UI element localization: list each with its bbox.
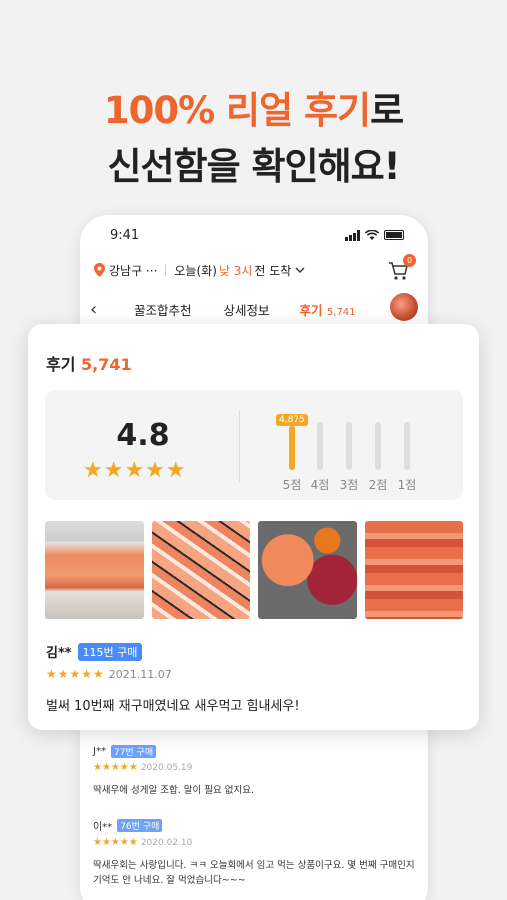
delivery-day: 오늘(화) (174, 263, 217, 278)
bar-label: 5점 (282, 478, 302, 492)
tab-reviews[interactable]: 후기 5,741 (300, 300, 356, 319)
bar-label: 2점 (368, 478, 388, 492)
review-photo[interactable] (364, 521, 463, 619)
reviewer-name: J** (93, 746, 106, 757)
card-title-label: 후기 (46, 355, 76, 374)
location-bar[interactable]: 강남구 ··· 오늘(화) 낮 3시 전 도착 0 (94, 254, 416, 281)
reviewer-name: 이** (93, 822, 113, 833)
product-tabs: ‹ 꿀조합추천 상세정보 후기 5,741 (90, 293, 418, 321)
bar-label: 4점 (310, 478, 330, 492)
review-date: 2020.02.10 (140, 838, 193, 848)
rating-distribution: 4,875 5점 4점 3점 2점 1점 (276, 414, 437, 492)
cart-badge: 0 (403, 254, 416, 267)
headline: 100% 리얼 후기로 (0, 88, 507, 134)
delivery-suffix: 전 도착 (254, 263, 292, 278)
review-date: 2021.11.07 (108, 668, 172, 681)
bar-3: 3점 (334, 418, 364, 493)
bar-1: 1점 (392, 418, 422, 493)
delivery-time: 낮 3시 (218, 263, 253, 278)
product-thumbnail[interactable] (390, 293, 418, 321)
review-stars: ★★★★★ (46, 667, 105, 681)
status-icons (345, 229, 404, 241)
top-review: 김** 115번 구매 ★★★★★ 2021.11.07 벌써 10번째 재구매였네… (46, 642, 300, 714)
rating-stars: ★★★★★ (83, 458, 187, 483)
back-arrow-icon[interactable]: ‹ (90, 299, 110, 320)
location-divider (165, 264, 167, 276)
review-photo[interactable] (45, 521, 144, 619)
review-summary-card: 후기 5,741 4.8 ★★★★★ 4,875 5점 4점 3점 2점 1점 … (28, 324, 479, 730)
bar-5: 4,875 5점 (276, 414, 308, 493)
headline-line2: 신선함을 확인해요! (107, 145, 400, 188)
location-pin-icon (94, 263, 105, 277)
signal-icon (345, 229, 360, 241)
review-text-line1: 딱새우회는 사랑입니다. ㅋㅋ 오늘회에서 임고 먹는 상품이구요. 몇 번째 … (93, 860, 415, 871)
reviewer-name: 김** (46, 646, 72, 661)
headline-highlight: 100% 리얼 후기 (103, 89, 371, 132)
bar-label: 3점 (339, 478, 359, 492)
review-photos (45, 521, 463, 619)
location-area[interactable]: 강남구 ··· (109, 262, 157, 279)
rating-summary: 4.8 ★★★★★ 4,875 5점 4점 3점 2점 1점 (45, 390, 463, 500)
average-rating: 4.8 (116, 418, 170, 453)
status-time: 9:41 (110, 227, 140, 243)
review-text: 벌써 10번째 재구매였네요 새우먹고 힘내세우! (46, 699, 300, 714)
bar-4: 4점 (305, 418, 335, 493)
review-text: 딱새우회는 사랑입니다. ㅋㅋ 오늘회에서 임고 먹는 상품이구요. 몇 번째 … (93, 858, 428, 888)
list-item: J** 77번 구매 ★★★★★ 2020.05.19 딱새우에 성게알 조합. 말… (93, 745, 428, 798)
purchase-badge: 115번 구매 (77, 642, 143, 661)
headline-rest: 로 (370, 89, 404, 132)
review-stars: ★★★★★ (93, 837, 138, 848)
bar-fill (289, 425, 295, 470)
cart-button[interactable]: 0 (388, 254, 416, 281)
list-item: 이** 76번 구매 ★★★★★ 2020.02.10 딱새우회는 사랑입니다. ㅋ… (93, 818, 428, 888)
review-photo[interactable] (258, 521, 357, 619)
review-photo[interactable] (151, 521, 250, 619)
wifi-icon (365, 229, 379, 240)
bar-2: 2점 (363, 418, 393, 493)
purchase-badge: 76번 구매 (117, 819, 163, 832)
review-list: J** 77번 구매 ★★★★★ 2020.05.19 딱새우에 성게알 조합. 말… (80, 745, 428, 900)
purchase-badge: 77번 구매 (110, 745, 157, 758)
tab-reviews-label: 후기 (299, 302, 323, 318)
tab-reviews-count: 5,741 (326, 306, 356, 318)
status-bar: 9:41 (110, 225, 404, 245)
bar-bubble: 4,875 (276, 414, 308, 426)
bar-label: 1점 (397, 478, 417, 492)
review-stars: ★★★★★ (93, 762, 138, 773)
review-text-line2: 기억도 안 나네요. 잘 먹었습니다~~~ (93, 875, 246, 886)
chevron-down-icon[interactable] (294, 265, 306, 275)
tab-recommend[interactable]: 꿀조합추천 (134, 300, 192, 319)
review-count: 5,741 (81, 355, 132, 374)
review-text: 딱새우에 성게알 조합. 말이 필요 없지요. (93, 785, 254, 796)
card-title: 후기 5,741 (46, 351, 132, 375)
summary-divider (239, 410, 240, 482)
review-date: 2020.05.19 (140, 763, 193, 773)
battery-icon (384, 230, 404, 240)
tab-details[interactable]: 상세정보 (224, 300, 270, 319)
